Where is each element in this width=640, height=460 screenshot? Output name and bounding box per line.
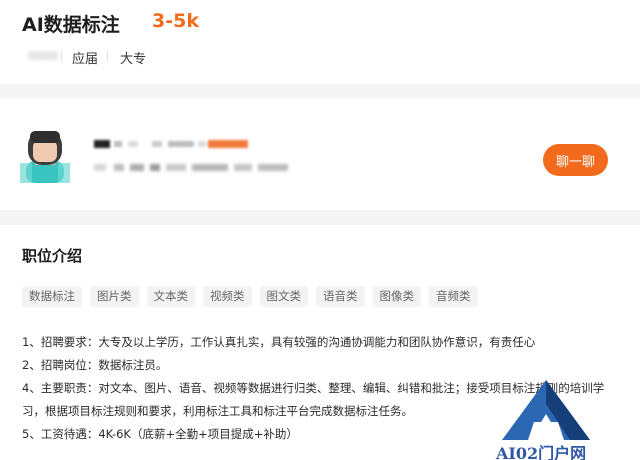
tag: 文本类 bbox=[146, 286, 195, 307]
location-blurred bbox=[28, 51, 58, 60]
education-label: 大专 bbox=[120, 52, 147, 67]
tag: 视频类 bbox=[203, 286, 252, 307]
watermark: AI02门户网 bbox=[488, 378, 638, 460]
chat-button[interactable]: 聊一聊 bbox=[543, 144, 608, 176]
watermark-logo-icon bbox=[502, 380, 590, 440]
tag: 图像类 bbox=[372, 286, 421, 307]
description-line: 2、招聘岗位：数据标注员。 bbox=[22, 358, 168, 372]
job-header: AI数据标注 3-5k 应届 大专 bbox=[0, 0, 640, 84]
description-line: 1、招聘要求：大专及以上学历，工作认真扎实，具有较强的沟通协调能力和团队协作意识… bbox=[22, 335, 536, 349]
watermark-text: AI02门户网 bbox=[496, 444, 587, 460]
recruiter-title-blurred bbox=[94, 164, 288, 171]
job-title: AI数据标注 bbox=[22, 14, 120, 36]
tag: 数据标注 bbox=[22, 286, 82, 307]
meta-divider bbox=[107, 50, 108, 62]
experience-label: 应届 bbox=[72, 52, 99, 67]
tag: 音频类 bbox=[429, 286, 478, 307]
avatar[interactable] bbox=[20, 125, 70, 183]
salary: 3-5k bbox=[152, 10, 199, 32]
recruiter-name-blurred bbox=[94, 140, 248, 148]
recruiter-card[interactable]: 聊一聊 bbox=[0, 98, 640, 210]
section-title: 职位介绍 bbox=[22, 247, 83, 265]
meta-divider bbox=[61, 50, 62, 62]
skill-tags: 数据标注 图片类 文本类 视频类 图文类 语音类 图像类 音频类 bbox=[22, 286, 478, 307]
tag: 图片类 bbox=[90, 286, 139, 307]
tag: 语音类 bbox=[316, 286, 365, 307]
tag: 图文类 bbox=[259, 286, 308, 307]
